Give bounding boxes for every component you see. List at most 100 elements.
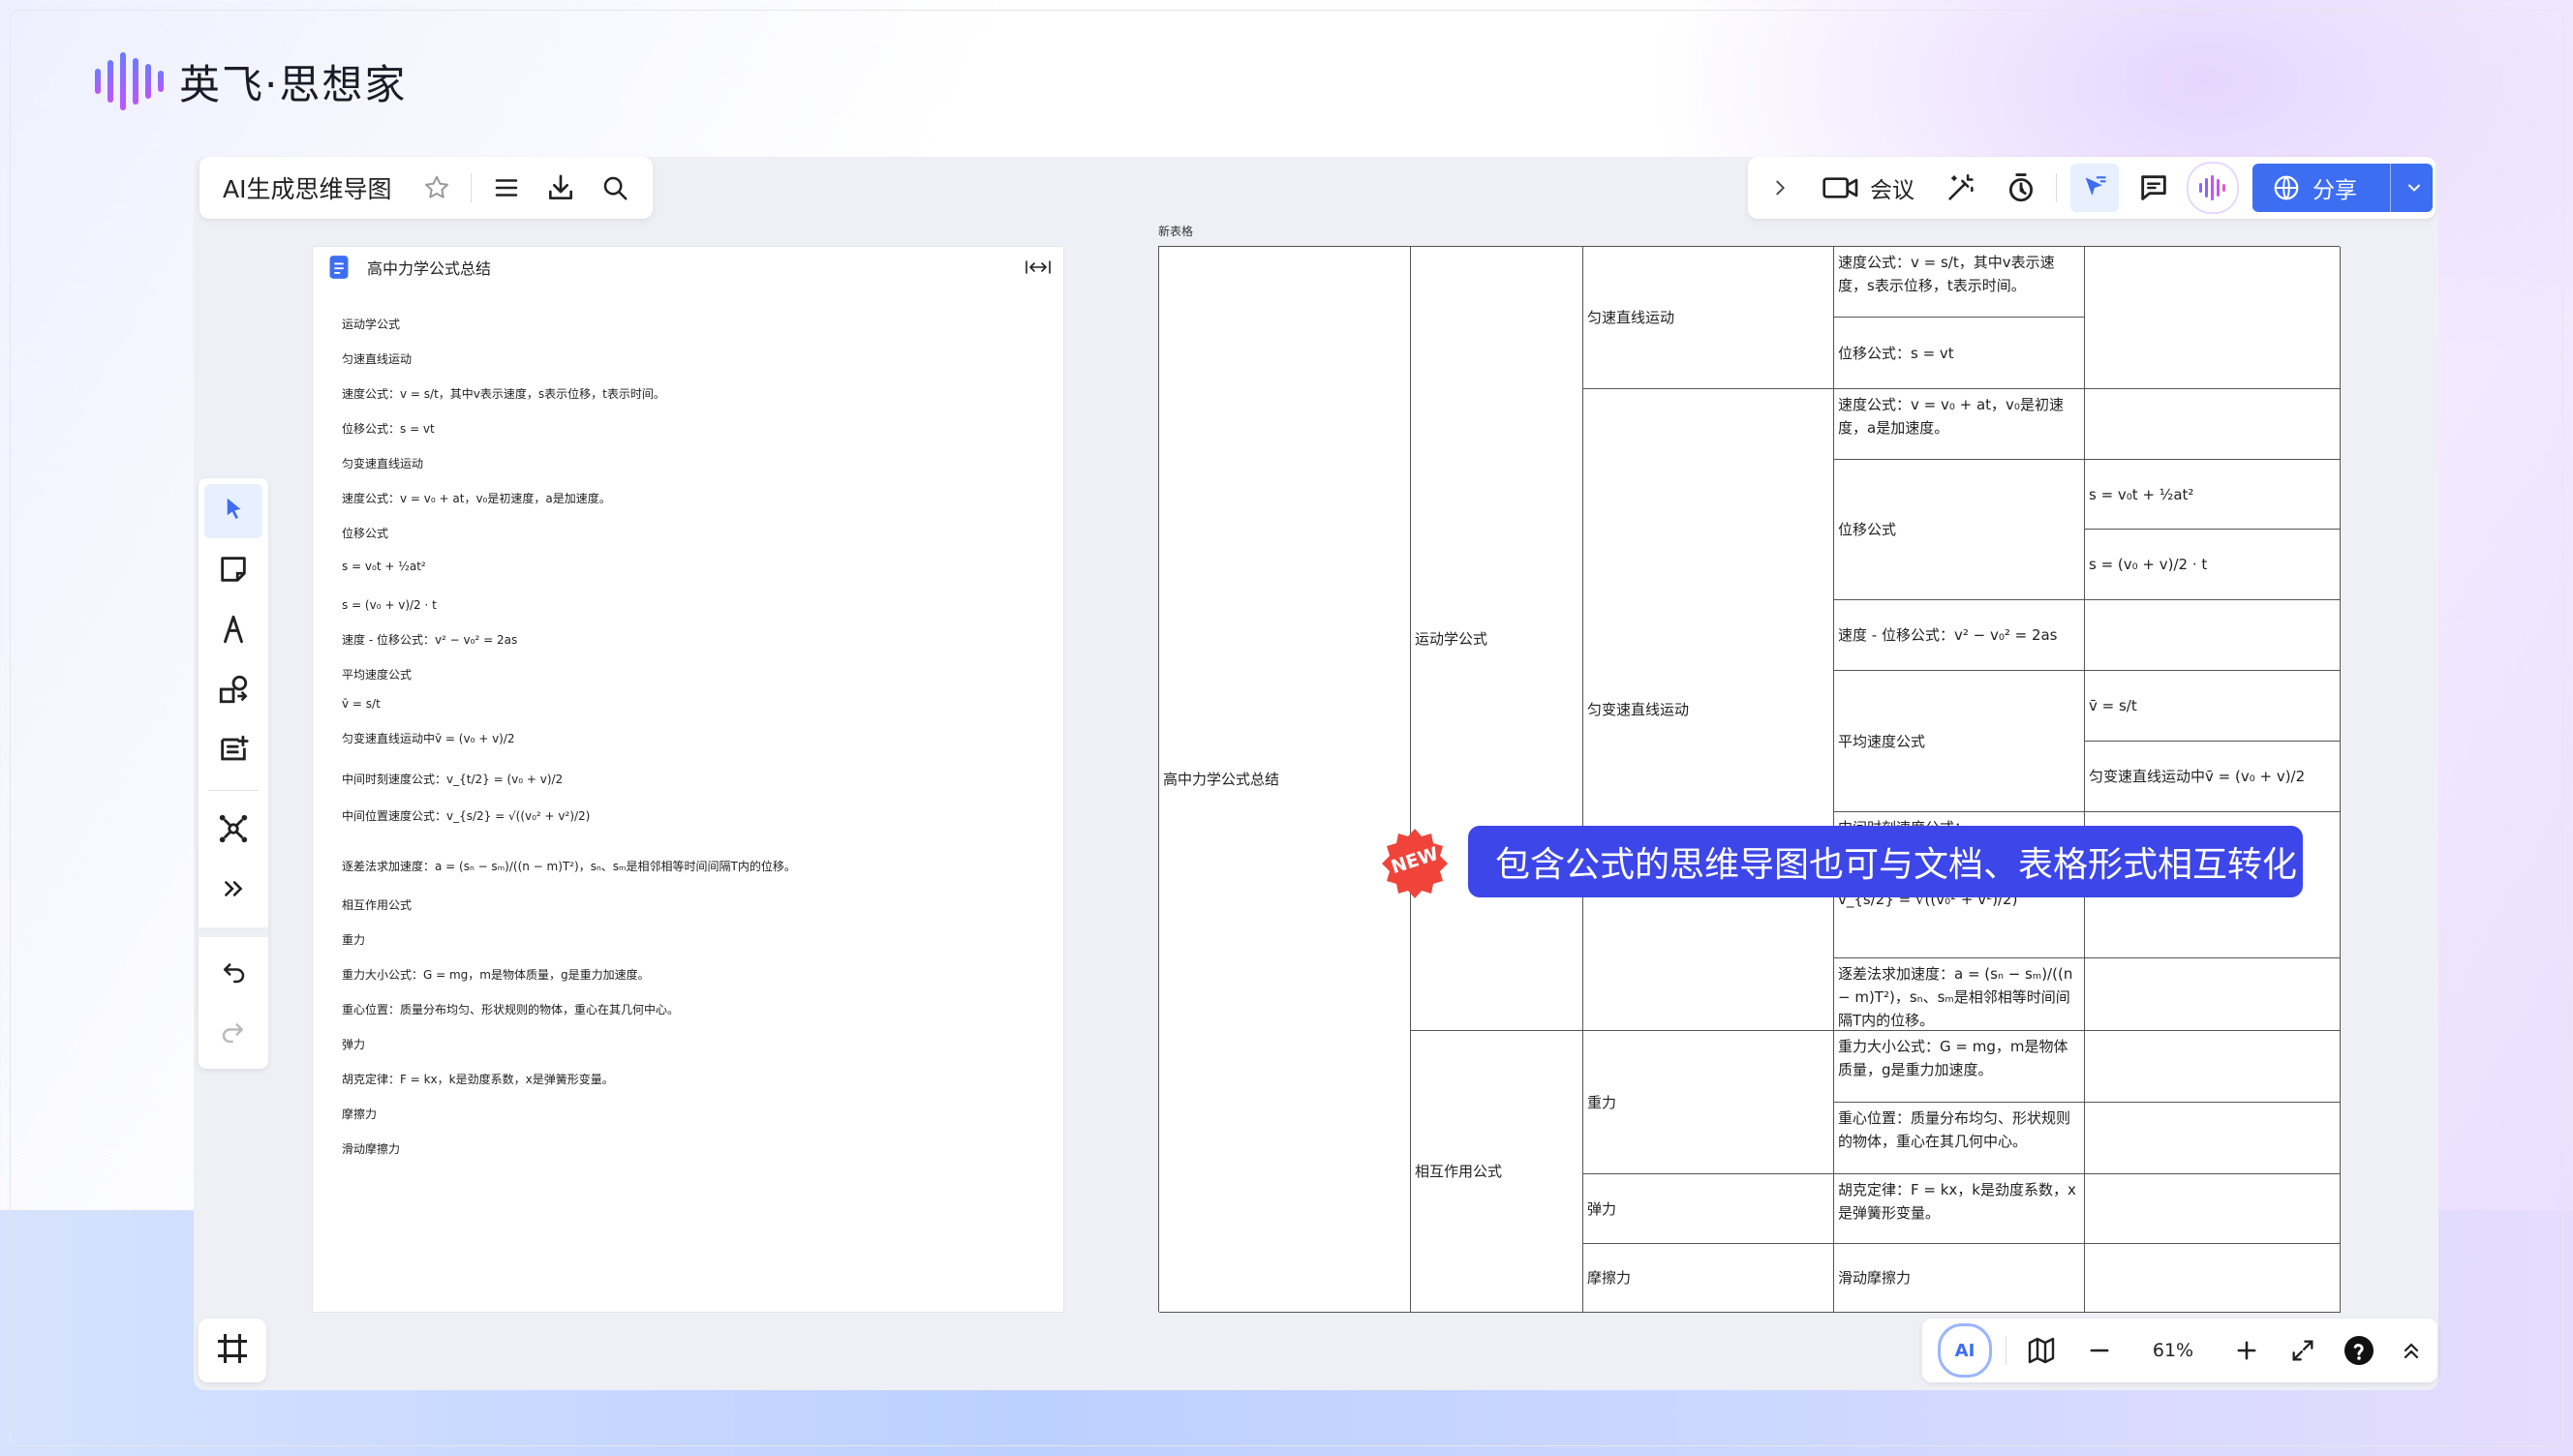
ai-assistant-button[interactable]: AI xyxy=(1938,1323,1992,1378)
frame-tool[interactable] xyxy=(199,1319,266,1382)
chevron-right-icon[interactable] xyxy=(1765,173,1794,202)
document-line: 匀速直线运动 xyxy=(342,352,413,366)
table-cell[interactable]: 逐差法求加速度：a = (sₙ − sₘ)/((n − m)T²)，sₙ、sₘ是… xyxy=(1834,958,2085,1031)
table-cell[interactable]: 速度 - 位移公式：v² − v₀² = 2as xyxy=(1834,600,2085,671)
document-line: s = v₀t + ½at² xyxy=(342,560,426,573)
table-cell-text: s = v₀t + ½at² xyxy=(2089,485,2194,503)
table-cell[interactable] xyxy=(2085,1244,2341,1313)
cursor-select-icon[interactable] xyxy=(2070,164,2119,212)
zoom-in-icon[interactable] xyxy=(2227,1331,2266,1370)
table-cell[interactable]: 匀速直线运动 xyxy=(1583,247,1834,389)
undo-icon xyxy=(219,957,248,990)
help-icon[interactable] xyxy=(2340,1331,2378,1370)
document-line: 滑动摩擦力 xyxy=(342,1142,401,1156)
zoom-level[interactable]: 61% xyxy=(2144,1340,2202,1361)
timer-icon[interactable] xyxy=(2002,168,2040,207)
table-label: 新表格 xyxy=(1158,225,1194,238)
table-cell[interactable]: 速度公式：v = v₀ + at，v₀是初速度，a是加速度。 xyxy=(1834,389,2085,460)
expand-width-icon[interactable] xyxy=(1025,259,1052,275)
top-left-toolbar: AI生成思维导图 xyxy=(199,157,653,219)
table-cell[interactable]: 匀变速直线运动中v̄ = (v₀ + v)/2 xyxy=(2085,742,2341,812)
document-title[interactable]: AI生成思维导图 xyxy=(223,170,391,205)
table-cell[interactable]: 速度公式：v = s/t，其中v表示速度，s表示位移，t表示时间。 xyxy=(1834,247,2085,318)
shapes-icon xyxy=(217,673,250,710)
table-cell[interactable]: 位移公式：s = vt xyxy=(1834,318,2085,389)
chevron-down-icon[interactable] xyxy=(2405,178,2424,197)
table-cell[interactable]: 匀变速直线运动 xyxy=(1583,389,1834,1031)
table-cell[interactable]: 位移公式 xyxy=(1834,460,2085,600)
table-cell[interactable]: 重力 xyxy=(1583,1031,1834,1174)
top-right-toolbar: 会议 分享 xyxy=(1748,157,2435,219)
document-title-label: 高中力学公式总结 xyxy=(367,259,492,278)
document-panel[interactable]: 高中力学公式总结 运动学公式 匀速直线运动 速度公式：v = s/t，其中v表示速度… xyxy=(312,246,1064,1313)
meeting-button[interactable]: 会议 xyxy=(1822,171,1914,204)
document-line: 运动学公式 xyxy=(342,318,401,331)
pen-tool[interactable] xyxy=(204,604,262,658)
table-cell[interactable]: s = v₀t + ½at² xyxy=(2085,460,2341,530)
redo-button[interactable] xyxy=(204,1007,262,1061)
table-cell[interactable]: 重力大小公式：G = mg，m是物体质量，g是重力加速度。 xyxy=(1834,1031,2085,1103)
magic-wand-icon[interactable] xyxy=(1942,168,1980,207)
comment-icon[interactable] xyxy=(2134,168,2173,207)
table-cell-text: 平均速度公式 xyxy=(1838,732,1926,750)
table-cell[interactable]: 滑动摩擦力 xyxy=(1834,1244,2085,1313)
table-cell[interactable]: 平均速度公式 xyxy=(1834,671,2085,812)
document-line: 弹力 xyxy=(342,1038,366,1051)
undo-button[interactable] xyxy=(204,947,262,1001)
table-cell-text: 匀变速直线运动中v̄ = (v₀ + v)/2 xyxy=(2089,768,2306,785)
download-icon[interactable] xyxy=(543,170,578,205)
table-cell[interactable]: v̄ = s/t xyxy=(2085,671,2341,742)
table-cell[interactable] xyxy=(2085,1174,2341,1244)
table-cell[interactable]: 摩擦力 xyxy=(1583,1244,1834,1313)
table-cell-text: 重心位置：质量分布均匀、形状规则的物体，重心在其几何中心。 xyxy=(1838,1109,2071,1150)
collapse-up-icon[interactable] xyxy=(2394,1331,2429,1370)
table-cell-text: 速度 - 位移公式：v² − v₀² = 2as xyxy=(1838,626,2058,644)
pen-icon xyxy=(217,613,250,650)
select-tool[interactable] xyxy=(204,484,262,538)
text-block-tool[interactable] xyxy=(204,724,262,778)
voice-assistant-icon[interactable] xyxy=(2187,162,2239,214)
table-cell[interactable]: 弹力 xyxy=(1583,1174,1834,1244)
redo-icon xyxy=(219,1017,248,1050)
divider xyxy=(199,927,268,937)
table-cell[interactable] xyxy=(2085,247,2341,389)
table-cell[interactable]: 运动学公式 xyxy=(1411,247,1583,1031)
table-cell[interactable]: 高中力学公式总结 xyxy=(1159,247,1411,1313)
connector-tool[interactable] xyxy=(204,804,262,858)
document-line: 逐差法求加速度：a = (sₙ − sₘ)/((n − m)T²)，sₙ、sₘ是… xyxy=(342,860,796,873)
table-cell[interactable]: s = (v₀ + v)/2 · t xyxy=(2085,530,2341,600)
formula-table[interactable]: 高中力学公式总结 运动学公式相互作用公式 匀速直线运动匀变速直线运动重力 弹力 摩擦力 速… xyxy=(1158,246,2341,1313)
search-icon[interactable] xyxy=(597,170,632,205)
document-icon xyxy=(328,255,350,280)
table-cell[interactable] xyxy=(2085,1103,2341,1174)
table-cell-text: 逐差法求加速度：a = (sₙ − sₘ)/((n − m)T²)，sₙ、sₘ是… xyxy=(1838,965,2073,1029)
fullscreen-icon[interactable] xyxy=(2283,1331,2322,1370)
table-cell[interactable] xyxy=(2085,958,2341,1031)
share-button[interactable]: 分享 xyxy=(2252,164,2433,212)
document-line: 重心位置：质量分布均匀、形状规则的物体，重心在其几何中心。 xyxy=(342,1003,680,1016)
divider xyxy=(471,173,473,202)
table-cell[interactable]: 重心位置：质量分布均匀、形状规则的物体，重心在其几何中心。 xyxy=(1834,1103,2085,1174)
menu-icon[interactable] xyxy=(489,170,524,205)
sticky-note-tool[interactable] xyxy=(204,544,262,598)
share-label: 分享 xyxy=(2313,178,2357,203)
document-line: 相互作用公式 xyxy=(342,898,413,912)
document-line: 重力大小公式：G = mg，m是物体质量，g是重力加速度。 xyxy=(342,968,650,982)
table-cell[interactable] xyxy=(2085,1031,2341,1103)
map-icon[interactable] xyxy=(2022,1331,2061,1370)
table-cell-text: 匀变速直线运动 xyxy=(1587,701,1690,718)
table-cell-text: v̄ = s/t xyxy=(2089,697,2137,714)
zoom-out-icon[interactable] xyxy=(2080,1331,2119,1370)
table-cell[interactable]: 相互作用公式 xyxy=(1411,1031,1583,1313)
shape-tool[interactable] xyxy=(204,664,262,718)
document-line: 重力 xyxy=(342,933,366,947)
table-cell-text: 位移公式 xyxy=(1838,521,1897,538)
table-cell[interactable] xyxy=(2085,389,2341,460)
table-cell[interactable] xyxy=(2085,600,2341,671)
add-text-icon xyxy=(217,733,250,770)
table-cell[interactable]: 胡克定律：F = kx，k是劲度系数，x是弹簧形变量。 xyxy=(1834,1174,2085,1244)
star-icon[interactable] xyxy=(420,171,453,204)
document-line: 中间位置速度公式：v_{s/2} = √((v₀² + v²)/2) xyxy=(342,809,591,823)
table-cell-text: 相互作用公式 xyxy=(1415,1163,1503,1180)
more-tools[interactable] xyxy=(204,864,262,918)
